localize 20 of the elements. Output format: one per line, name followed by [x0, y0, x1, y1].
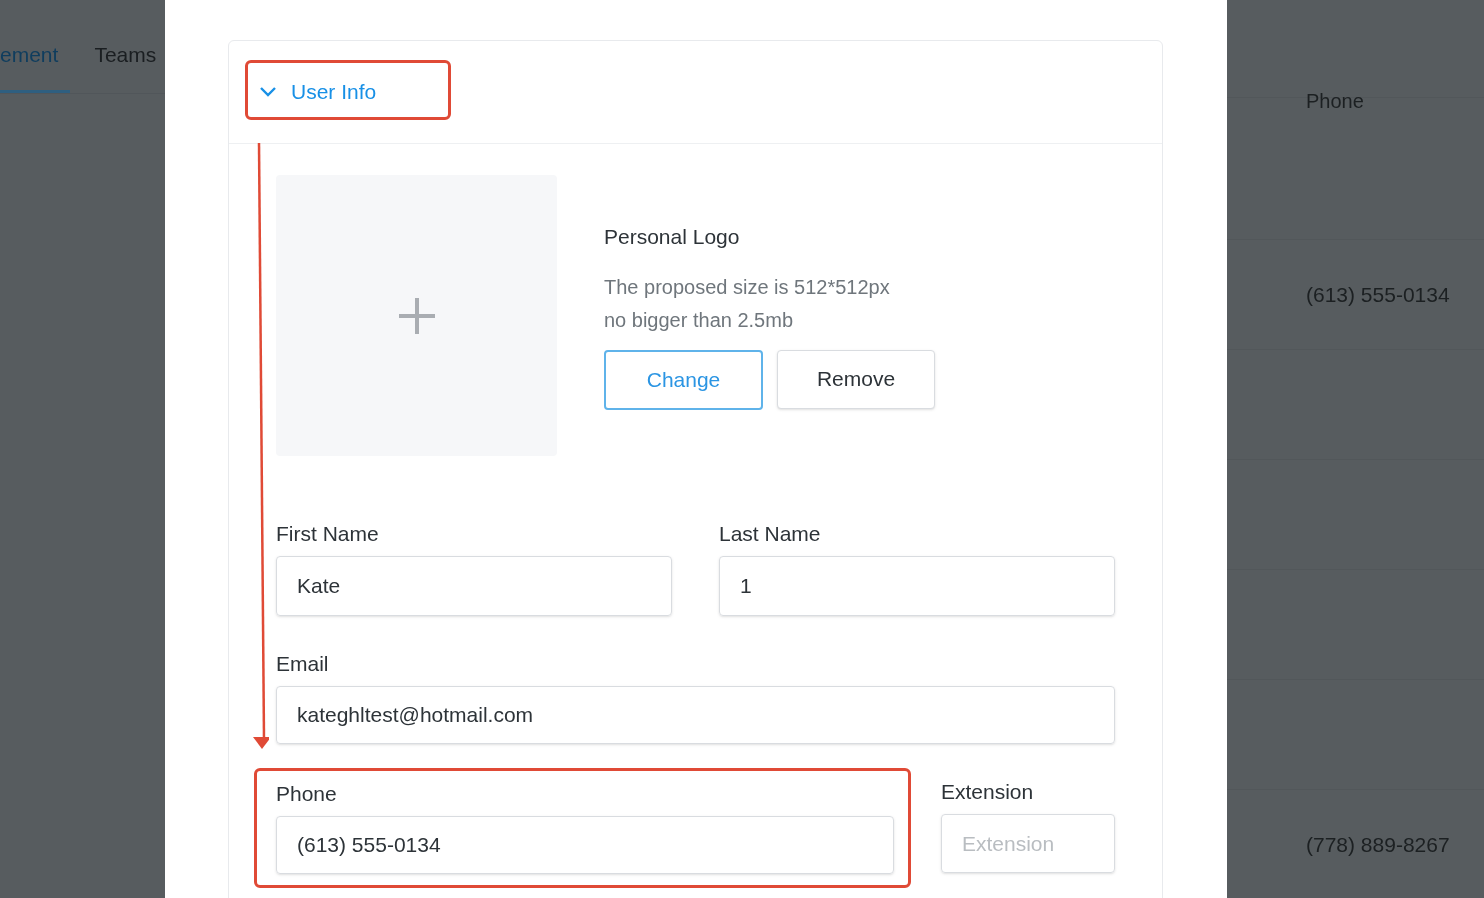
chevron-icon: [259, 86, 277, 98]
field-label: Extension: [941, 780, 1035, 804]
input-field[interactable]: kateghltest@hotmail.com: [276, 686, 1115, 744]
table-cell-text: (613) 555-0134: [1306, 281, 1450, 308]
field-label: Email: [276, 652, 330, 676]
field-label: Last Name: [719, 522, 822, 546]
input-field[interactable]: (613) 555-0134: [276, 816, 894, 874]
hint-text: The proposed size is 512*512px: [604, 274, 891, 300]
field-label: Phone: [276, 782, 338, 806]
column-header: Phone: [1306, 90, 1364, 112]
remove-button[interactable]: Remove: [777, 349, 935, 409]
field-label: First Name: [276, 522, 380, 546]
input-field[interactable]: 1: [719, 556, 1115, 616]
upload-area[interactable]: [276, 175, 557, 456]
hint-text: no bigger than 2.5mb: [604, 307, 795, 333]
plus-icon: [396, 295, 437, 336]
input-field[interactable]: Extension: [941, 814, 1115, 873]
table-cell-text: (778) 889-8267: [1306, 831, 1450, 858]
input-field[interactable]: Kate: [276, 556, 672, 616]
logo-title: Personal Logo: [604, 224, 741, 250]
